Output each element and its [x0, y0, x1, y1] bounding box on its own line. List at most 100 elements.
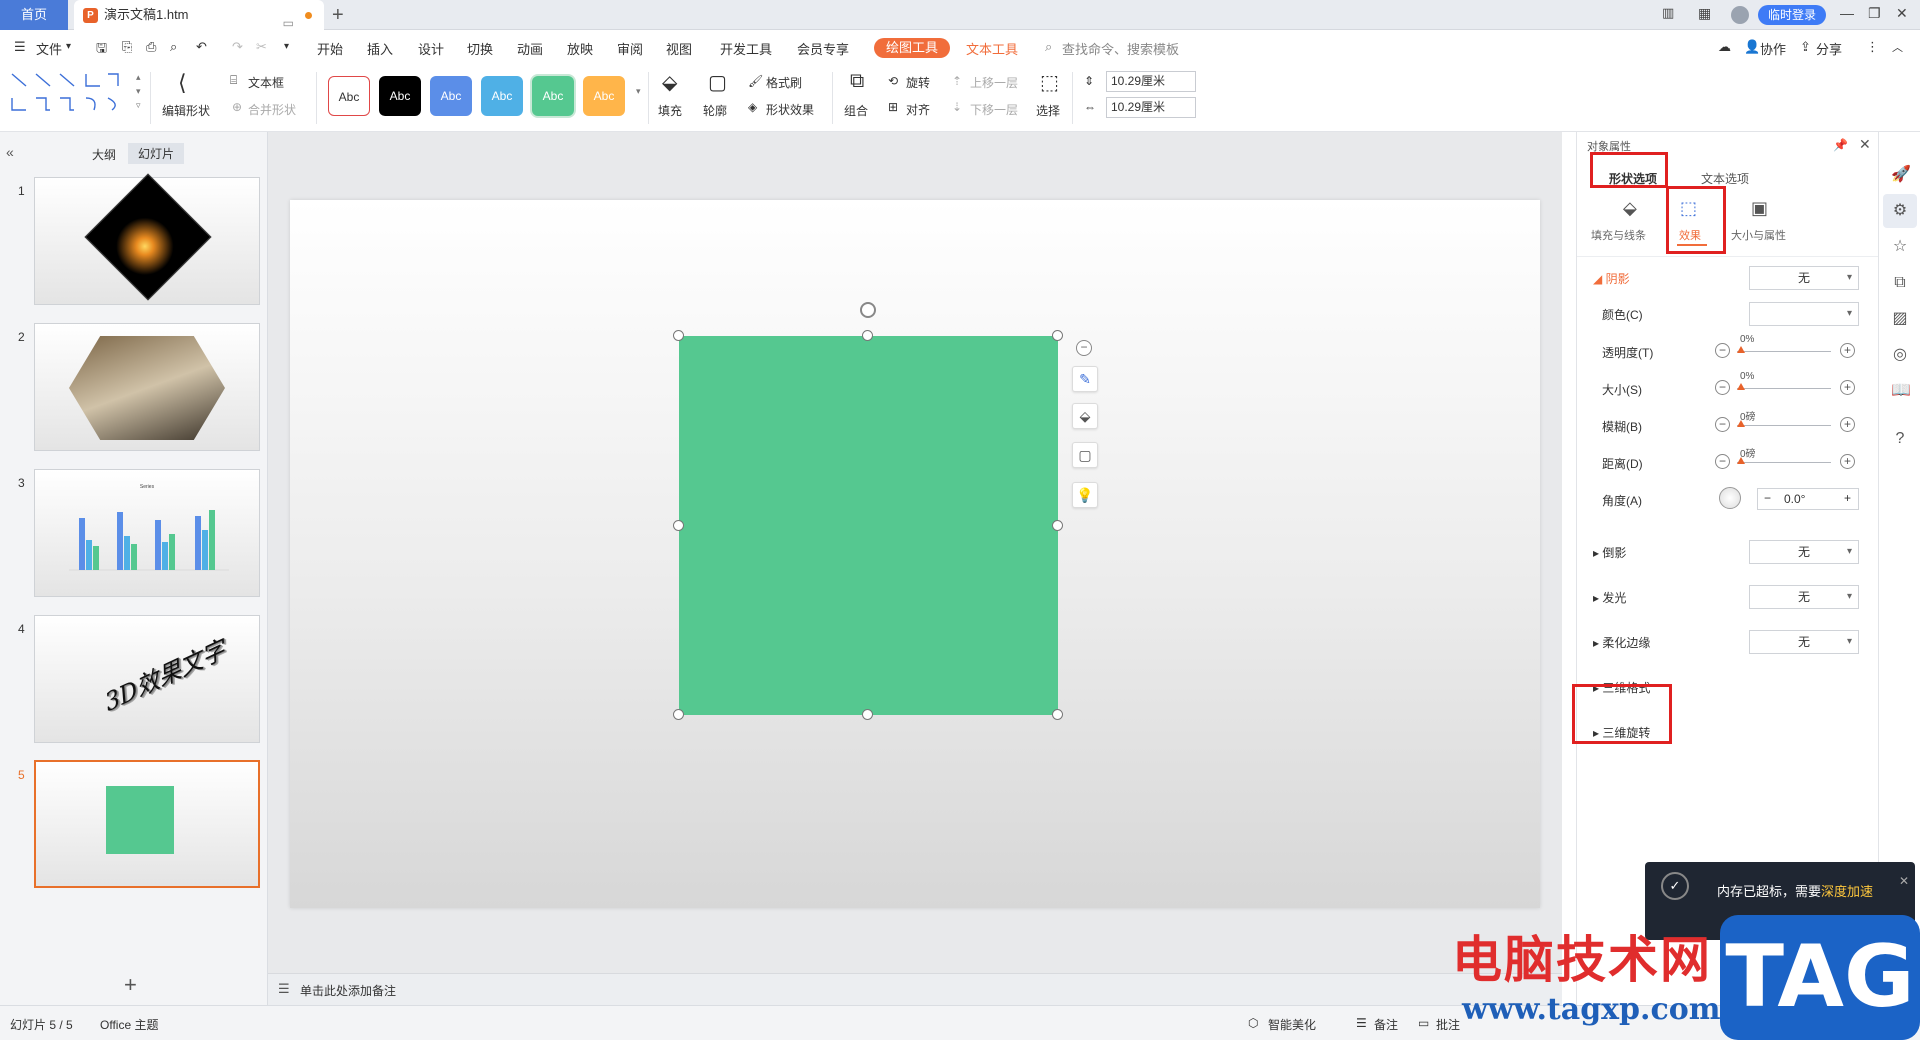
login-button[interactable]: 临时登录	[1758, 5, 1827, 25]
document-tab[interactable]: P 演示文稿1.htm ▭	[74, 0, 324, 30]
restore-icon[interactable]: ❐	[1868, 5, 1881, 22]
notes-toggle-button[interactable]: 备注	[1374, 1016, 1398, 1033]
grid-apps-icon[interactable]: ▦	[1698, 5, 1711, 22]
outline-icon[interactable]: ▢	[708, 70, 727, 95]
style-preset-1[interactable]: Abc	[328, 76, 370, 116]
style-preset-3[interactable]: Abc	[430, 76, 472, 116]
glow-section-header[interactable]: ▸ 发光	[1593, 589, 1626, 606]
close-icon[interactable]: ✕	[1896, 5, 1908, 22]
copy-icon[interactable]: ⧉	[1891, 274, 1909, 292]
more-icon[interactable]: ⋮	[1866, 39, 1879, 55]
tab-text-options[interactable]: 文本选项	[1701, 170, 1749, 187]
width-input[interactable]: 10.29厘米	[1106, 97, 1196, 118]
menu-review[interactable]: 审阅	[617, 39, 643, 58]
resize-handle[interactable]	[673, 520, 684, 531]
close-panel-icon[interactable]: ✕	[1859, 136, 1871, 153]
location-icon[interactable]: ◎	[1891, 346, 1909, 364]
green-rectangle-shape[interactable]	[679, 336, 1058, 715]
increase-icon[interactable]: +	[1840, 380, 1855, 395]
clear-format-icon[interactable]: ✂	[256, 39, 267, 55]
menu-member[interactable]: 会员专享	[797, 39, 849, 58]
fill-icon[interactable]: ⬙	[1072, 403, 1098, 429]
slider-thumb[interactable]	[1737, 383, 1745, 390]
select-icon[interactable]: ⬚	[1040, 70, 1059, 95]
style-gallery-more-icon[interactable]: ▾	[636, 86, 641, 97]
comments-button[interactable]: 批注	[1436, 1016, 1460, 1033]
outline-icon[interactable]: ▢	[1072, 442, 1098, 468]
save-icon[interactable]: 🖫	[96, 39, 107, 61]
menu-view[interactable]: 视图	[666, 39, 692, 58]
menu-transition[interactable]: 切换	[467, 39, 493, 58]
angle-stepper[interactable]: − 0.0° +	[1757, 488, 1859, 510]
hamburger-icon[interactable]: ☰	[14, 39, 26, 55]
menu-file[interactable]: 文件	[36, 39, 62, 58]
animation-star-icon[interactable]: ☆	[1891, 238, 1909, 256]
home-tab[interactable]: 首页	[0, 0, 68, 30]
color-dropdown[interactable]	[1749, 302, 1859, 326]
edit-shape-button[interactable]: 编辑形状	[162, 102, 210, 119]
edit-shape-icon[interactable]: ⟨	[178, 70, 187, 96]
height-input[interactable]: 10.29厘米	[1106, 71, 1196, 92]
combine-icon[interactable]: ⧉	[850, 70, 864, 93]
reflection-section-header[interactable]: ▸ 倒影	[1593, 544, 1626, 561]
rocket-icon[interactable]: 🚀	[1891, 166, 1911, 184]
shadow-dropdown[interactable]: 无	[1749, 266, 1859, 290]
style-preset-2[interactable]: Abc	[379, 76, 421, 116]
new-tab-plus-icon[interactable]: +	[332, 3, 344, 27]
export-icon[interactable]: ⎘	[122, 39, 132, 55]
align-button[interactable]: 对齐	[906, 101, 930, 118]
tab-slides[interactable]: 幻灯片	[128, 143, 185, 164]
increase-icon[interactable]: +	[1840, 343, 1855, 358]
gallery-down-icon[interactable]: ▾	[136, 86, 141, 97]
preview-icon[interactable]: ⌕	[170, 39, 177, 55]
slide-thumbnail-2[interactable]	[34, 323, 260, 451]
redo-icon[interactable]: ↷	[232, 39, 243, 55]
slider-thumb[interactable]	[1737, 420, 1745, 427]
properties-icon[interactable]: ⚙	[1891, 202, 1909, 220]
menu-text-tools[interactable]: 文本工具	[966, 39, 1018, 58]
shape-gallery[interactable]	[8, 70, 140, 120]
book-icon[interactable]: 📖	[1891, 382, 1911, 400]
avatar[interactable]	[1731, 6, 1749, 24]
resize-handle[interactable]	[1052, 709, 1063, 720]
slide-thumbnail-4[interactable]: 3D效果文字	[34, 615, 260, 743]
decrease-icon[interactable]: −	[1715, 343, 1730, 358]
minimize-icon[interactable]: —	[1840, 5, 1854, 21]
shadow-section-header[interactable]: ◢ 阴影	[1593, 270, 1630, 287]
menu-start[interactable]: 开始	[317, 39, 343, 58]
decrease-icon[interactable]: −	[1715, 417, 1730, 432]
menu-developer[interactable]: 开发工具	[720, 39, 772, 58]
menu-design[interactable]: 设计	[418, 39, 444, 58]
select-button[interactable]: 选择	[1036, 102, 1060, 119]
merge-shape-button[interactable]: 合并形状	[248, 101, 296, 118]
format-painter-button[interactable]: 格式刷	[766, 74, 802, 91]
angle-value[interactable]: 0.0°	[1784, 492, 1805, 506]
fill-button[interactable]: 填充	[658, 102, 682, 119]
textbox-button[interactable]: 文本框	[248, 74, 284, 91]
slider-thumb[interactable]	[1737, 346, 1745, 353]
resize-handle[interactable]	[673, 709, 684, 720]
shape-effect-button[interactable]: 形状效果	[766, 101, 814, 118]
soft-edge-dropdown[interactable]: 无	[1749, 630, 1859, 654]
menu-drawing-tools[interactable]: 绘图工具	[874, 38, 951, 58]
distance-slider[interactable]	[1737, 462, 1831, 463]
resize-handle[interactable]	[1052, 330, 1063, 341]
resize-handle[interactable]	[862, 330, 873, 341]
undo-icon[interactable]: ↶	[196, 39, 207, 55]
style-preset-6[interactable]: Abc	[583, 76, 625, 116]
more-chevron-icon[interactable]: ▾	[284, 41, 289, 52]
pin-icon[interactable]: 📌	[1833, 138, 1848, 152]
menu-animation[interactable]: 动画	[517, 39, 543, 58]
resize-handle[interactable]	[673, 330, 684, 341]
fill-bucket-icon[interactable]: ⬙	[662, 70, 677, 95]
share-button[interactable]: 分享	[1816, 39, 1842, 58]
pen-icon[interactable]: ✎	[1072, 366, 1098, 392]
size-slider[interactable]	[1737, 388, 1831, 389]
collab-button[interactable]: 协作	[1760, 39, 1786, 58]
resize-handle[interactable]	[862, 709, 873, 720]
decrease-icon[interactable]: −	[1715, 454, 1730, 469]
menu-insert[interactable]: 插入	[367, 39, 393, 58]
scrollbar-track[interactable]	[1562, 176, 1572, 966]
notes-bar[interactable]: ☰ 单击此处添加备注	[268, 973, 1562, 1005]
style-preset-5[interactable]: Abc	[532, 76, 574, 116]
